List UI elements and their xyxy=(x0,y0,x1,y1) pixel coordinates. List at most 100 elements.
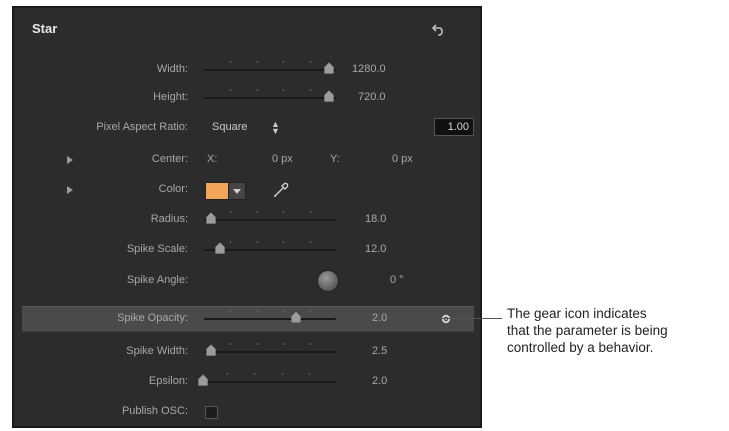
param-label: Publish OSC: xyxy=(121,405,188,417)
param-label: Epsilon: xyxy=(148,375,188,387)
slider-track[interactable] xyxy=(204,351,336,353)
disclosure-triangle-icon[interactable] xyxy=(67,156,73,164)
slider-track[interactable] xyxy=(204,69,336,71)
slider-tick xyxy=(230,241,232,243)
slider-thumb[interactable] xyxy=(291,311,302,323)
disclosure-triangle-icon[interactable] xyxy=(67,186,73,194)
param-label: Width: xyxy=(156,63,188,75)
slider-track[interactable] xyxy=(200,381,336,383)
slider-tick xyxy=(256,241,258,243)
callout-line-2: that the parameter is being xyxy=(507,323,668,338)
slider-thumb[interactable] xyxy=(324,62,335,74)
slider-tick xyxy=(256,211,258,213)
center-x-label: X: xyxy=(207,153,218,165)
param-label: Radius: xyxy=(150,213,188,225)
panel-title: Star xyxy=(32,21,58,36)
spike-angle-dial[interactable] xyxy=(317,270,339,292)
param-row-spike-scale: Spike Scale: 12.0 xyxy=(22,238,474,262)
param-label: Color: xyxy=(158,183,188,195)
callout-line-1: The gear icon indicates xyxy=(507,306,647,321)
slider-tick xyxy=(230,61,232,63)
param-row-center: Center: X: 0 px Y: 0 px xyxy=(22,148,474,172)
slider-tick xyxy=(308,373,310,375)
slider-tick xyxy=(230,310,232,312)
slider-tick xyxy=(309,310,311,312)
slider-ticks xyxy=(204,343,336,345)
param-row-height: Height: 720.0 xyxy=(22,86,474,110)
slider-ticks xyxy=(200,373,336,375)
width-value[interactable]: 1280.0 xyxy=(352,63,386,75)
param-row-spike-angle: Spike Angle: 0 ° xyxy=(22,269,474,293)
slider-thumb[interactable] xyxy=(214,242,225,254)
slider-tick xyxy=(230,343,232,345)
param-label: Spike Width: xyxy=(126,345,188,357)
slider-tick xyxy=(283,241,285,243)
reset-arrow-icon[interactable] xyxy=(432,22,446,36)
spike-angle-value[interactable]: 0 ° xyxy=(390,274,404,286)
param-row-epsilon: Epsilon: 2.0 xyxy=(22,370,474,394)
slider-tick xyxy=(283,61,285,63)
color-dropdown-button[interactable] xyxy=(228,182,246,200)
spike-width-value[interactable]: 2.5 xyxy=(372,345,387,357)
center-y-label: Y: xyxy=(330,153,340,165)
slider-tick xyxy=(309,211,311,213)
param-row-color: Color: xyxy=(22,178,474,202)
param-label: Spike Scale: xyxy=(126,243,188,255)
slider-tick xyxy=(256,310,258,312)
select-arrows-icon: ▲ ▼ xyxy=(271,119,280,136)
center-y-value[interactable]: 0 px xyxy=(392,153,413,165)
spike-opacity-value[interactable]: 2.0 xyxy=(372,312,387,324)
inspector-panel: Star Width: 1280.0 Height: 720.0 Pixel A… xyxy=(12,6,482,428)
param-label: Spike Angle: xyxy=(126,274,188,286)
slider-tick xyxy=(283,89,285,91)
slider-tick xyxy=(283,310,285,312)
slider-tick xyxy=(309,61,311,63)
slider-tick xyxy=(283,211,285,213)
slider-tick xyxy=(230,211,232,213)
gear-icon[interactable] xyxy=(441,314,451,324)
pixel-aspect-number-field[interactable]: 1.00 xyxy=(434,118,474,136)
slider-ticks xyxy=(204,89,336,91)
color-swatch[interactable] xyxy=(205,182,229,200)
slider-tick xyxy=(283,343,285,345)
param-row-publish-osc: Publish OSC: xyxy=(22,400,474,424)
center-x-value[interactable]: 0 px xyxy=(272,153,293,165)
param-row-spike-width: Spike Width: 2.5 xyxy=(22,340,474,364)
slider-tick xyxy=(309,89,311,91)
param-label: Pixel Aspect Ratio: xyxy=(96,121,188,133)
slider-track[interactable] xyxy=(204,97,336,99)
param-row-spike-opacity: Spike Opacity: 2.0 xyxy=(22,306,474,332)
slider-tick xyxy=(230,89,232,91)
slider-thumb[interactable] xyxy=(205,344,216,356)
epsilon-value[interactable]: 2.0 xyxy=(372,375,387,387)
slider-tick xyxy=(254,373,256,375)
slider-track[interactable] xyxy=(204,219,336,221)
slider-tick xyxy=(227,373,229,375)
slider-tick xyxy=(281,373,283,375)
slider-tick xyxy=(309,241,311,243)
slider-tick xyxy=(309,343,311,345)
spike-scale-value[interactable]: 12.0 xyxy=(365,243,386,255)
param-label: Height: xyxy=(153,91,188,103)
slider-thumb[interactable] xyxy=(324,90,335,102)
slider-tick xyxy=(256,61,258,63)
eyedropper-icon[interactable] xyxy=(272,181,290,199)
slider-track[interactable] xyxy=(204,318,336,320)
radius-value[interactable]: 18.0 xyxy=(365,213,386,225)
slider-tick xyxy=(256,89,258,91)
param-row-pixel-aspect-ratio: Pixel Aspect Ratio: Square ▲ ▼ 1.00 xyxy=(22,116,474,140)
pixel-aspect-select[interactable]: Square xyxy=(212,121,247,133)
callout-line-3: controlled by a behavior. xyxy=(507,340,654,355)
slider-tick xyxy=(256,343,258,345)
param-label: Spike Opacity: xyxy=(117,312,188,324)
slider-ticks xyxy=(204,211,336,213)
publish-osc-checkbox[interactable] xyxy=(205,406,218,419)
callout-annotation: The gear icon indicates that the paramet… xyxy=(507,305,727,356)
slider-thumb[interactable] xyxy=(197,374,208,386)
param-row-width: Width: 1280.0 xyxy=(22,58,474,82)
callout-leader-line xyxy=(436,318,502,319)
slider-thumb[interactable] xyxy=(205,212,216,224)
height-value[interactable]: 720.0 xyxy=(358,91,386,103)
slider-ticks xyxy=(204,310,336,312)
param-label: Center: xyxy=(151,153,188,165)
